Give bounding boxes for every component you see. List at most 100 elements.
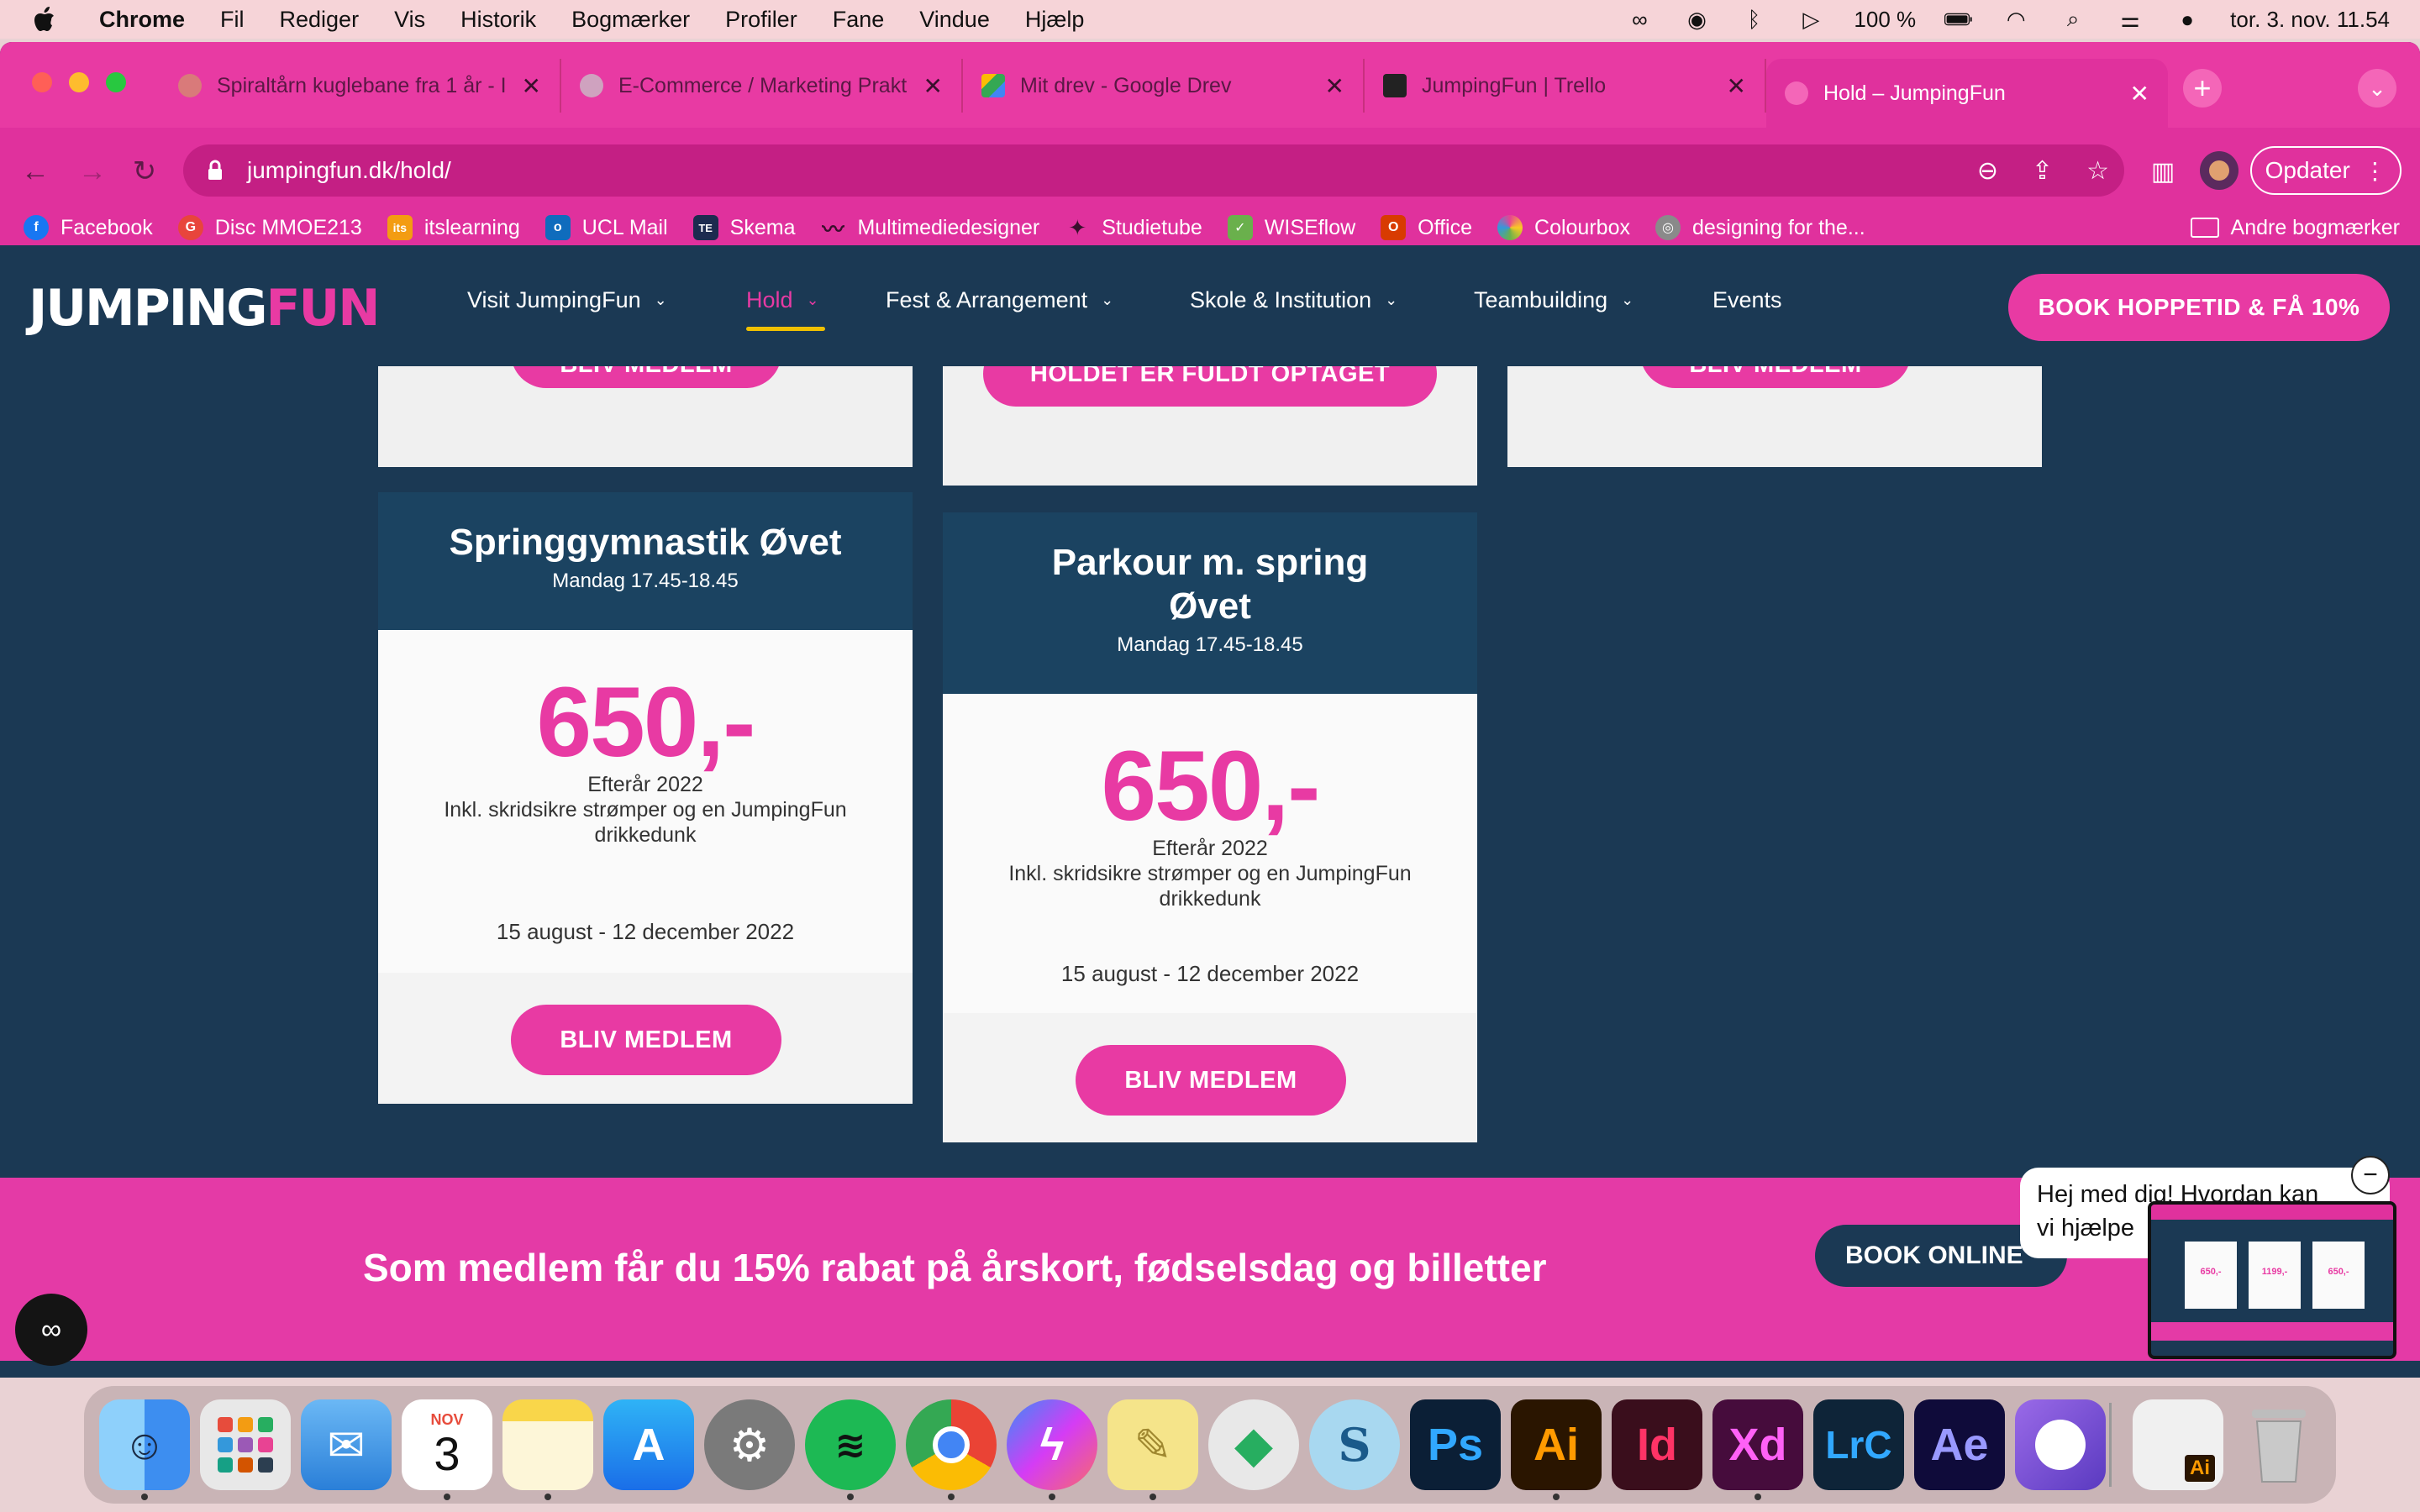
nav-skole-institution[interactable]: Skole & Institution ⌄: [1190, 287, 1397, 313]
forward-arrow-icon[interactable]: →: [74, 153, 111, 190]
launchpad-icon[interactable]: [200, 1399, 291, 1490]
bookmark-itslearning[interactable]: its itslearning: [387, 215, 520, 240]
s-app-icon[interactable]: S: [1309, 1399, 1400, 1490]
bookmark-disc[interactable]: G Disc MMOE213: [177, 215, 362, 240]
bookmark-multimediedesigner[interactable]: 〰 Multimediedesigner: [820, 215, 1039, 242]
menu-app-name[interactable]: Chrome: [99, 7, 185, 33]
lightroom-classic-icon[interactable]: LrC: [1813, 1399, 1904, 1490]
bookmark-studietube[interactable]: ✦ Studietube: [1065, 215, 1202, 240]
window-minimize-icon[interactable]: [69, 72, 89, 92]
chrome-icon[interactable]: [906, 1399, 997, 1490]
indesign-icon[interactable]: Id: [1612, 1399, 1702, 1490]
bookmark-designing[interactable]: ◎ designing for the...: [1655, 215, 1865, 240]
menu-hjaelp[interactable]: Hjælp: [1025, 7, 1085, 33]
messenger-icon[interactable]: ϟ: [1007, 1399, 1097, 1490]
update-button[interactable]: Opdater ⋮: [2250, 146, 2402, 195]
app-store-icon[interactable]: A: [603, 1399, 694, 1490]
nav-fest-arrangement[interactable]: Fest & Arrangement ⌄: [886, 287, 1113, 313]
bookmark-ucl-mail[interactable]: o UCL Mail: [544, 215, 668, 240]
nav-teambuilding[interactable]: Teambuilding ⌄: [1474, 287, 1634, 313]
bookmark-office[interactable]: O Office: [1381, 215, 1472, 240]
back-arrow-icon[interactable]: ←: [17, 153, 54, 190]
tab-close-icon[interactable]: ✕: [522, 72, 541, 100]
bookmark-skema[interactable]: TE Skema: [692, 215, 796, 240]
join-button-springgymnastik[interactable]: BLIV MEDLEM: [511, 1005, 781, 1075]
tab-spiraltarn[interactable]: Spiraltårn kuglebane fra 1 år - I ✕: [160, 59, 561, 113]
creative-cloud-icon[interactable]: ∞: [1625, 7, 1654, 32]
tab-ecommerce[interactable]: E-Commerce / Marketing Prakt ✕: [561, 59, 963, 113]
accessibility-toggle-icon[interactable]: ∞: [15, 1294, 87, 1366]
card-dates: 15 august - 12 december 2022: [1060, 961, 1360, 986]
siri-icon[interactable]: ●: [2173, 7, 2202, 32]
bookmark-star-icon[interactable]: ☆: [2086, 156, 2109, 186]
illustrator-icon[interactable]: Ai: [1511, 1399, 1602, 1490]
tab-close-icon[interactable]: ✕: [923, 72, 943, 100]
screen-record-icon[interactable]: ◉: [1682, 7, 1711, 32]
tab-search-chevron-icon[interactable]: ⌄: [2358, 69, 2396, 108]
thumb-price: 650,-: [2200, 1267, 2222, 1277]
finder-icon[interactable]: ☺: [99, 1399, 190, 1490]
menu-bogmaerker[interactable]: Bogmærker: [571, 7, 690, 33]
calendar-icon[interactable]: NOV 3: [402, 1399, 492, 1490]
book-jump-time-button[interactable]: BOOK HOPPETID & FÅ 10%: [2008, 274, 2390, 341]
control-center-icon[interactable]: ⚌: [2116, 7, 2144, 32]
sims-plumbob-icon[interactable]: ◆: [1208, 1399, 1299, 1490]
now-playing-icon[interactable]: ▷: [1797, 7, 1825, 32]
lock-icon[interactable]: [207, 158, 229, 183]
stickies-icon[interactable]: ✎: [1107, 1399, 1198, 1490]
tab-trello[interactable]: JumpingFun | Trello ✕: [1365, 59, 1766, 113]
url-text[interactable]: jumpingfun.dk/hold/: [247, 157, 451, 184]
tab-close-icon[interactable]: ✕: [1325, 72, 1344, 100]
other-bookmarks[interactable]: Andre bogmærker: [2190, 208, 2400, 247]
menu-historik[interactable]: Historik: [460, 7, 536, 33]
address-bar[interactable]: jumpingfun.dk/hold/ ⊖ ⇪ ☆: [183, 144, 2124, 197]
apple-logo-icon[interactable]: [32, 5, 57, 34]
join-button-parkour[interactable]: BLIV MEDLEM: [1076, 1045, 1346, 1116]
reload-icon[interactable]: ↻: [126, 153, 163, 190]
menubar-datetime[interactable]: tor. 3. nov. 11.54: [2230, 7, 2390, 33]
nav-events[interactable]: Events: [1712, 287, 1782, 313]
menu-rediger[interactable]: Rediger: [280, 7, 360, 33]
tab-google-drive[interactable]: Mit drev - Google Drev ✕: [963, 59, 1365, 113]
window-close-icon[interactable]: [32, 72, 52, 92]
studietube-icon: ✦: [1068, 214, 1087, 240]
nav-hold[interactable]: Hold ⌄: [746, 287, 819, 313]
menu-vis[interactable]: Vis: [394, 7, 425, 33]
window-zoom-icon[interactable]: [106, 72, 126, 92]
mail-icon[interactable]: ✉: [301, 1399, 392, 1490]
screenshot-thumbnail[interactable]: 650,- 1199,- 650,-: [2148, 1201, 2396, 1359]
system-settings-icon[interactable]: ⚙: [704, 1399, 795, 1490]
zoom-icon[interactable]: ⊖: [1977, 156, 1998, 186]
xd-icon[interactable]: Xd: [1712, 1399, 1803, 1490]
site-header: JUMPINGFUN Visit JumpingFun ⌄ Hold ⌄ Fest …: [0, 245, 2420, 366]
nav-visit-jumpingfun[interactable]: Visit JumpingFun ⌄: [467, 287, 667, 313]
bookmark-label: Skema: [729, 215, 796, 239]
menu-vindue[interactable]: Vindue: [919, 7, 990, 33]
bluetooth-icon[interactable]: ᛒ: [1739, 7, 1768, 32]
github-desktop-icon[interactable]: [2015, 1399, 2106, 1490]
bookmark-wiseflow[interactable]: ✓ WISEflow: [1227, 215, 1355, 240]
tab-close-icon[interactable]: ✕: [2130, 80, 2149, 108]
menu-fil[interactable]: Fil: [220, 7, 245, 33]
menu-fane[interactable]: Fane: [833, 7, 885, 33]
share-icon[interactable]: ⇪: [2032, 156, 2053, 186]
after-effects-icon[interactable]: Ae: [1914, 1399, 2005, 1490]
tab-hold-jumpingfun[interactable]: Hold – JumpingFun ✕: [1766, 59, 2168, 128]
battery-icon[interactable]: [1944, 8, 1973, 31]
trash-icon[interactable]: [2233, 1399, 2324, 1490]
tab-close-icon[interactable]: ✕: [1727, 72, 1746, 100]
jumpingfun-logo[interactable]: JUMPINGFUN: [29, 279, 380, 338]
notes-icon[interactable]: [502, 1399, 593, 1490]
chat-minimize-icon[interactable]: −: [2351, 1156, 2390, 1194]
spotify-icon[interactable]: ≋: [805, 1399, 896, 1490]
new-tab-plus-icon[interactable]: +: [2183, 69, 2222, 108]
bookmark-colourbox[interactable]: Colourbox: [1497, 215, 1630, 240]
side-panel-icon[interactable]: ▥: [2144, 153, 2181, 190]
wifi-icon[interactable]: ◠: [2002, 7, 2030, 32]
menu-profiler[interactable]: Profiler: [725, 7, 797, 33]
photoshop-icon[interactable]: Ps: [1410, 1399, 1501, 1490]
spotlight-search-icon[interactable]: ⌕: [2059, 6, 2087, 31]
bookmark-facebook[interactable]: f Facebook: [24, 215, 153, 240]
recent-illustrator-file-icon[interactable]: Ai: [2133, 1399, 2223, 1490]
profile-avatar[interactable]: [2200, 151, 2238, 190]
